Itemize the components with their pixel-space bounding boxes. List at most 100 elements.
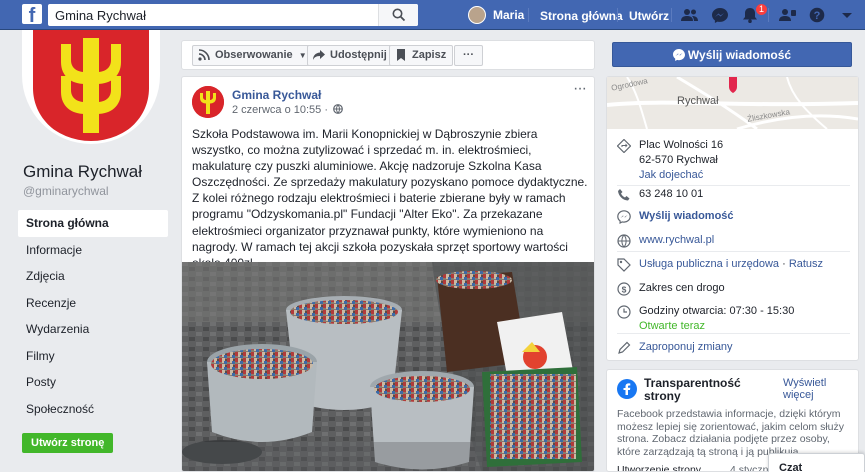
category-link[interactable]: Usługa publiczna i urzędowa [639, 258, 779, 270]
address-line2: 62-570 Rychwał [639, 154, 718, 166]
search-box [48, 4, 418, 26]
post-card: Gmina Rychwał 2 czerwca o 10:55 · ··· Sz… [181, 76, 595, 472]
home-link[interactable]: Strona główna [540, 9, 623, 23]
directions-link[interactable]: Jak dojechać [639, 168, 723, 183]
open-now-status[interactable]: Otwarte teraz [639, 319, 794, 334]
nav-item-photos[interactable]: Zdjęcia [18, 263, 168, 290]
friend-requests-icon[interactable] [681, 7, 699, 23]
post-timestamp[interactable]: 2 czerwca o 10:55 · [232, 104, 343, 116]
transparency-description: Facebook przedstawia informacje, dzięki … [617, 408, 844, 458]
save-label: Zapisz [412, 49, 447, 61]
pencil-icon [618, 341, 631, 354]
suggest-edits-link[interactable]: Zaproponuj zmiany [639, 340, 733, 355]
transparency-see-more-link[interactable]: Wyświetl więcej [783, 377, 843, 401]
divider [617, 8, 618, 22]
page-handle[interactable]: @gminarychwal [23, 184, 109, 198]
post-date: 2 czerwca o 10:55 · [232, 104, 328, 116]
svg-text:$: $ [622, 284, 627, 294]
phone-icon [618, 189, 630, 201]
search-icon [392, 8, 406, 22]
nav-item-events[interactable]: Wydarzenia [18, 316, 168, 343]
chevron-down-icon: ▼ [298, 51, 307, 60]
messenger-icon[interactable] [711, 7, 729, 23]
more-options-button[interactable]: ··· [454, 45, 483, 66]
nav-item-community[interactable]: Społeczność [18, 396, 168, 423]
notification-count-badge: 1 [755, 3, 769, 16]
nav-item-reviews[interactable]: Recenzje [18, 290, 168, 317]
page-profile-picture[interactable] [22, 30, 160, 144]
follow-label: Obserwowanie [215, 49, 293, 61]
suggest-edits-row: Zaproponuj zmiany [617, 340, 733, 355]
page-creation-label: Utworzenie strony [617, 464, 702, 472]
messenger-icon [672, 49, 685, 61]
divider [617, 333, 850, 334]
message-row: Wyślij wiadomość [617, 209, 734, 224]
help-icon[interactable]: ? [808, 7, 826, 23]
website-link[interactable]: www.rychwal.pl [639, 233, 714, 248]
globe-icon [333, 104, 343, 114]
price-row: $ Zakres cen drogo [617, 281, 725, 296]
divider [617, 185, 850, 186]
avatar [468, 6, 486, 24]
nav-item-about[interactable]: Informacje [18, 237, 168, 264]
messenger-icon [617, 210, 631, 224]
save-button[interactable]: Zapisz [389, 45, 454, 66]
tag-icon [617, 258, 631, 272]
divider [528, 8, 529, 22]
pages-icon[interactable] [779, 7, 797, 23]
post-options-button[interactable]: ··· [573, 80, 587, 98]
send-message-button[interactable]: Wyślij wiadomość [612, 42, 852, 67]
phone-number: 63 248 10 01 [639, 188, 704, 200]
price-range: Zakres cen drogo [639, 282, 725, 294]
nav-item-home[interactable]: Strona główna [18, 210, 168, 237]
post-author-name[interactable]: Gmina Rychwał [232, 88, 321, 102]
search-button[interactable] [378, 4, 418, 26]
coat-of-arms-icon [33, 30, 149, 141]
chat-label: Czat [779, 462, 803, 472]
coat-of-arms-icon [192, 86, 224, 118]
category-row: Usługa publiczna i urzędowa · Ratusz [617, 257, 823, 272]
map-pin-icon [617, 139, 631, 153]
share-icon [313, 50, 325, 60]
category-separator: · [779, 258, 789, 270]
opening-hours: Godziny otwarcia: 07:30 - 15:30 [639, 305, 795, 317]
nav-item-videos[interactable]: Filmy [18, 343, 168, 370]
address-line1: Plac Wolności 16 [639, 139, 724, 151]
top-navigation-bar: f Maria Strona główna Utwórz 1 ? [0, 0, 865, 30]
post-photo[interactable] [182, 262, 594, 471]
nav-item-posts[interactable]: Posty [18, 369, 168, 396]
dropdown-arrow-icon[interactable] [838, 7, 856, 23]
page-action-bar: Obserwowanie ▼ Udostępnij Zapisz ··· [181, 40, 595, 70]
divider [768, 8, 769, 22]
hours-row: Godziny otwarcia: 07:30 - 15:30 Otwarte … [617, 304, 794, 334]
facebook-logo-icon[interactable]: f [22, 4, 42, 24]
bookmark-icon [397, 49, 405, 61]
user-name: Maria [493, 8, 525, 22]
facebook-icon [617, 379, 637, 399]
map-town-label: Rychwał [677, 95, 719, 107]
category-link-town-hall[interactable]: Ratusz [789, 258, 823, 270]
chat-tab[interactable]: Czat [768, 453, 865, 472]
post-author-avatar[interactable] [192, 86, 224, 118]
create-link[interactable]: Utwórz [629, 9, 669, 23]
rss-icon [198, 49, 210, 61]
page-name: Gmina Rychwał [23, 162, 143, 181]
location-map[interactable]: Ogrodowa Rychwał Źliszkowska [607, 77, 858, 129]
share-button[interactable]: Udostępnij [307, 45, 394, 66]
send-message-link[interactable]: Wyślij wiadomość [639, 209, 734, 224]
clock-icon [617, 305, 631, 319]
share-label: Udostępnij [330, 49, 387, 61]
globe-icon [617, 234, 631, 248]
search-input[interactable] [48, 4, 378, 26]
phone-row: 63 248 10 01 [617, 187, 703, 202]
profile-link[interactable]: Maria [468, 6, 524, 24]
post-text: Szkoła Podstawowa im. Marii Konopnickiej… [192, 127, 588, 270]
create-page-button[interactable]: Utwórz stronę [22, 433, 114, 453]
follow-button[interactable]: Obserwowanie ▼ [192, 45, 314, 66]
address-row: Plac Wolności 16 62-570 Rychwał Jak doje… [617, 138, 723, 183]
price-icon: $ [617, 282, 631, 296]
transparency-title: Transparentność strony [644, 376, 741, 403]
svg-text:?: ? [814, 10, 821, 22]
photo-recycling-bins [182, 262, 594, 471]
divider [617, 251, 850, 252]
